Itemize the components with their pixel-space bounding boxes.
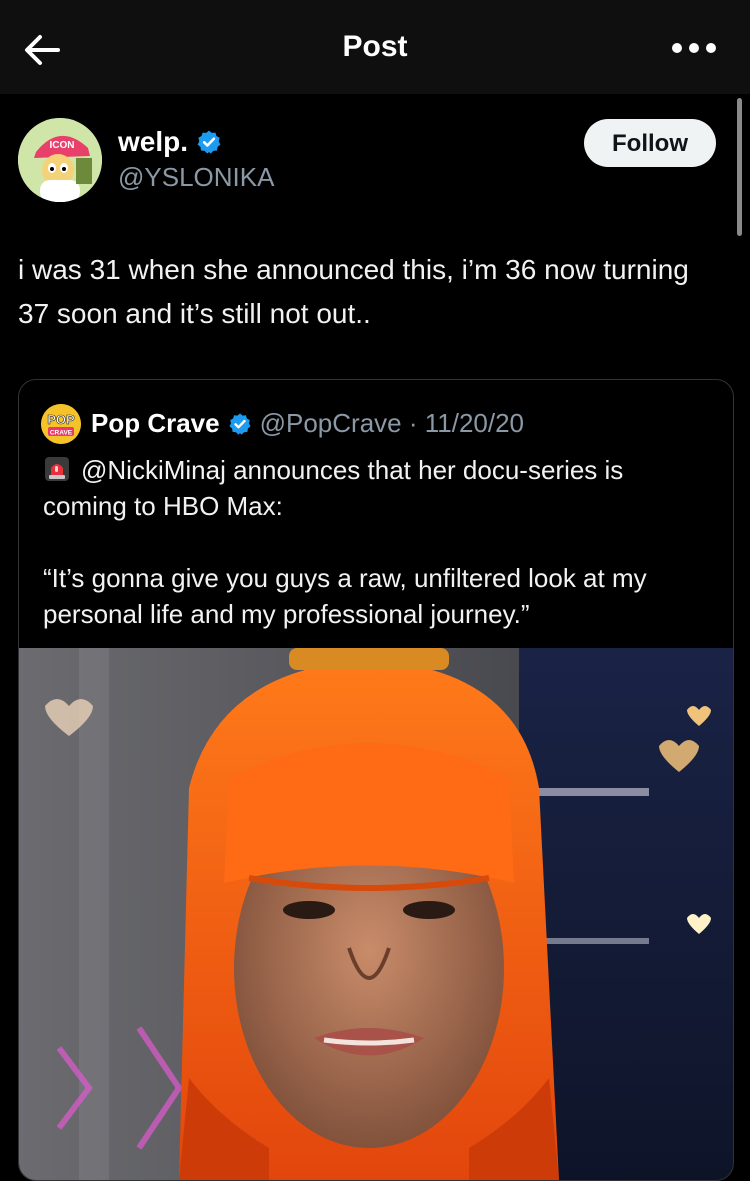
svg-text:POP: POP bbox=[47, 412, 75, 427]
verified-badge-icon bbox=[197, 130, 221, 154]
quoted-display-name[interactable]: Pop Crave bbox=[91, 408, 220, 439]
quoted-text: @NickiMinaj announces that her docu-seri… bbox=[43, 452, 713, 632]
quoted-post-card[interactable]: POP CRAVE Pop Crave @PopCrave · 11/20/20… bbox=[18, 379, 734, 1181]
scrollbar-thumb[interactable] bbox=[737, 98, 742, 236]
page-title: Post bbox=[342, 30, 408, 63]
post-text: i was 31 when she announced this, i’m 36… bbox=[18, 254, 689, 329]
avatar-image: ICON bbox=[18, 118, 102, 202]
author-name-text: welp. bbox=[118, 126, 189, 157]
siren-icon bbox=[45, 457, 69, 481]
avatar[interactable]: ICON bbox=[18, 118, 102, 202]
verified-badge-icon bbox=[229, 413, 251, 435]
video-thumbnail[interactable] bbox=[19, 648, 733, 1180]
video-thumbnail-image bbox=[19, 648, 733, 1180]
quoted-handle-date: @PopCrave · 11/20/20 bbox=[259, 408, 525, 438]
author-display-name[interactable]: welp. bbox=[118, 126, 222, 158]
pop-crave-logo-icon: POP CRAVE bbox=[41, 404, 81, 444]
more-horizontal-icon[interactable] bbox=[670, 38, 718, 58]
quoted-header: Pop Crave @PopCrave · 11/20/20 bbox=[91, 408, 524, 439]
follow-button[interactable]: Follow bbox=[584, 119, 716, 167]
quoted-line-1: @NickiMinaj announces that her docu-seri… bbox=[43, 452, 713, 524]
top-bar: Post bbox=[0, 0, 750, 94]
author-handle[interactable]: @YSLONIKA bbox=[118, 162, 274, 193]
quoted-line-1-text: @NickiMinaj announces that her docu-seri… bbox=[43, 455, 624, 521]
quoted-avatar[interactable]: POP CRAVE bbox=[41, 404, 81, 444]
quoted-line-2: “It’s gonna give you guys a raw, unfilte… bbox=[43, 563, 647, 629]
svg-text:ICON: ICON bbox=[50, 140, 75, 151]
svg-text:CRAVE: CRAVE bbox=[50, 430, 73, 437]
